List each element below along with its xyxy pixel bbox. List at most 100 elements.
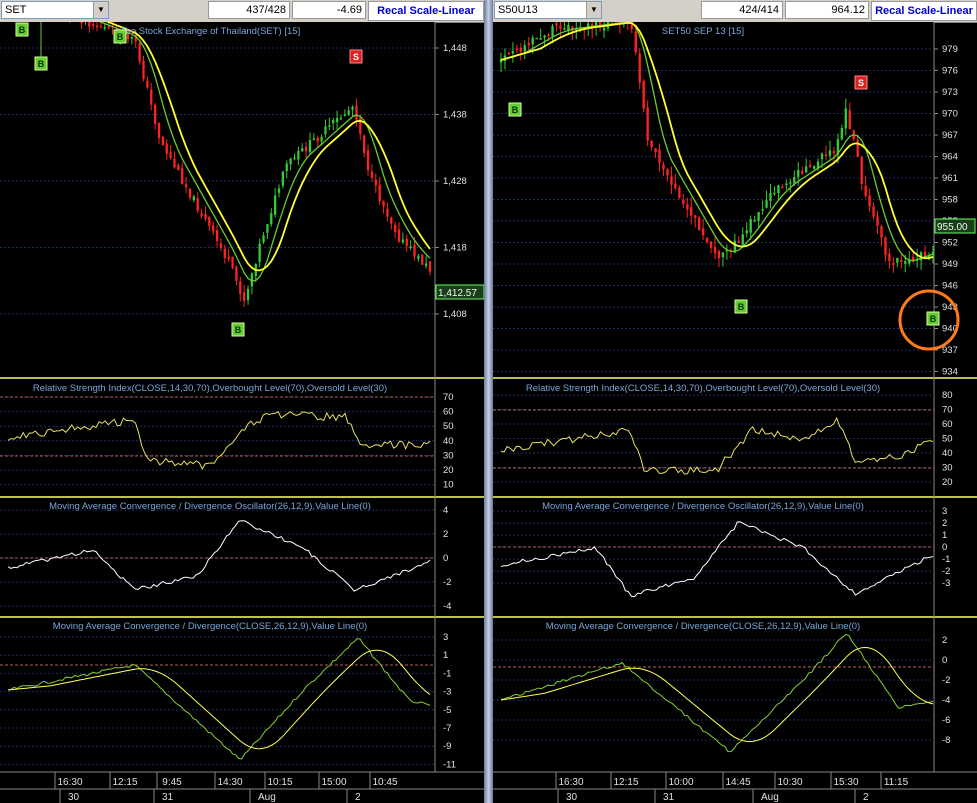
rsi-tick-label: 30	[942, 463, 953, 474]
right-chart-window: S50U13 ▼ 424/414 964.12 Recal Scale-Line…	[493, 0, 977, 803]
macd-tick-label: 3	[443, 632, 448, 643]
candle-body	[785, 183, 788, 186]
candle-body	[555, 23, 558, 26]
candle-body	[165, 143, 168, 154]
sell-signal-label: S	[353, 52, 359, 62]
candle-body	[808, 164, 812, 167]
macd-tick-label: -8	[942, 735, 950, 746]
candle-body	[363, 135, 366, 153]
candle-body	[769, 193, 772, 201]
candle-body	[208, 216, 211, 227]
right-chart-canvas[interactable]: 9799769739709679649619589559529499469439…	[493, 22, 977, 803]
left-chart-canvas[interactable]: 1,448 1,438 1,428 1,418 1,408 The Stock Excha…	[0, 22, 484, 803]
date-label: Aug	[761, 792, 779, 803]
price-tick-label: 961	[942, 173, 958, 184]
left-symbol-select[interactable]: SET ▼	[1, 1, 109, 19]
date-label: 2	[863, 792, 869, 803]
macd-panel-title: Moving Average Convergence / Divergence(…	[546, 621, 860, 632]
candle-body	[868, 195, 871, 207]
chevron-down-icon[interactable]: ▼	[93, 2, 108, 18]
candle-body	[686, 204, 689, 210]
candle-body	[394, 224, 397, 233]
candle-body	[223, 248, 226, 259]
candle-body	[153, 104, 157, 124]
left-volume-field: 437/428	[208, 1, 290, 19]
macd-tick-label: -1	[443, 668, 451, 679]
candle-body	[749, 219, 752, 233]
rsi-tick-label: 10	[443, 480, 454, 491]
candle-body	[650, 140, 653, 148]
candle-body	[527, 42, 530, 46]
time-label: 14:30	[217, 777, 242, 788]
candle-body	[535, 37, 538, 40]
candle-body	[308, 140, 312, 152]
price-tick-label: 970	[942, 109, 958, 120]
candle-body	[204, 213, 207, 220]
candle-body	[511, 51, 515, 54]
candle-body	[161, 136, 165, 146]
chevron-down-icon[interactable]: ▼	[586, 2, 601, 18]
rsi-tick-label: 40	[443, 436, 454, 447]
macd-panel-title: Moving Average Convergence / Divergence(…	[53, 621, 367, 632]
time-label: 12:15	[112, 777, 137, 788]
price-tick-label: 973	[942, 87, 958, 98]
rsi-tick-label: 80	[942, 390, 953, 401]
candle-body	[563, 28, 566, 30]
buy-signal-label: B	[512, 105, 519, 115]
time-label: 11:15	[884, 777, 909, 788]
candle-body	[390, 217, 393, 224]
price-panel-title: SET50 SEP 13 [15]	[662, 26, 744, 37]
candle-body	[366, 150, 370, 171]
candle-body	[219, 243, 223, 249]
oscillator-tick-label: 0	[443, 553, 448, 564]
right-recal-scale-button[interactable]: Recal Scale-Linear	[871, 1, 977, 21]
candle-body	[519, 47, 522, 52]
candle-body	[773, 192, 776, 195]
macd-oscillator-panel-bg	[0, 497, 435, 615]
candle-body	[694, 215, 697, 219]
macd-tick-label: 0	[942, 655, 947, 666]
rsi-panel-title: Relative Strength Index(CLOSE,14,30,70),…	[33, 383, 387, 394]
candle-body	[543, 35, 546, 38]
candle-body	[515, 48, 519, 51]
candle-body	[92, 24, 95, 26]
time-label: 14:45	[725, 777, 750, 788]
candle-body	[157, 122, 161, 139]
date-label: 2	[355, 792, 361, 803]
candle-body	[812, 166, 816, 169]
candle-body	[884, 237, 887, 256]
candle-body	[642, 80, 645, 109]
candle-body	[567, 25, 570, 30]
right-symbol-value: S50U13	[498, 4, 538, 16]
rsi-tick-label: 50	[443, 421, 454, 432]
oscillator-tick-label: -1	[942, 554, 950, 565]
date-label: 30	[68, 792, 80, 803]
rsi-tick-label: 70	[443, 392, 454, 403]
candle-body	[789, 182, 792, 184]
candle-body	[424, 263, 428, 266]
last-price-label: 955.00	[937, 222, 968, 233]
left-chart-window: SET ▼ 437/428 -4.69 Recal Scale-Linear 1…	[0, 0, 484, 803]
rsi-panel-bg	[493, 378, 934, 495]
candle-body	[757, 211, 760, 221]
right-symbol-select[interactable]: S50U13 ▼	[494, 1, 602, 19]
candle-body	[281, 171, 285, 186]
price-panel-bg	[0, 22, 435, 376]
sell-signal-label: S	[858, 78, 864, 88]
macd-panel-bg	[0, 617, 435, 772]
left-recal-scale-button[interactable]: Recal Scale-Linear	[368, 1, 484, 21]
candle-body	[409, 246, 412, 249]
candle-body	[670, 176, 673, 185]
candle-body	[634, 31, 637, 53]
candle-body	[638, 53, 641, 83]
oscillator-tick-label: 2	[942, 518, 947, 529]
price-tick-label: 1,418	[443, 243, 467, 254]
candle-body	[212, 225, 215, 232]
chart-splitter[interactable]	[484, 0, 493, 803]
candle-body	[301, 148, 304, 152]
candle-body	[293, 157, 296, 160]
candle-body	[173, 158, 176, 168]
time-label: 12:15	[613, 777, 638, 788]
buy-signal-label: B	[738, 302, 745, 312]
candle-body	[177, 164, 180, 170]
